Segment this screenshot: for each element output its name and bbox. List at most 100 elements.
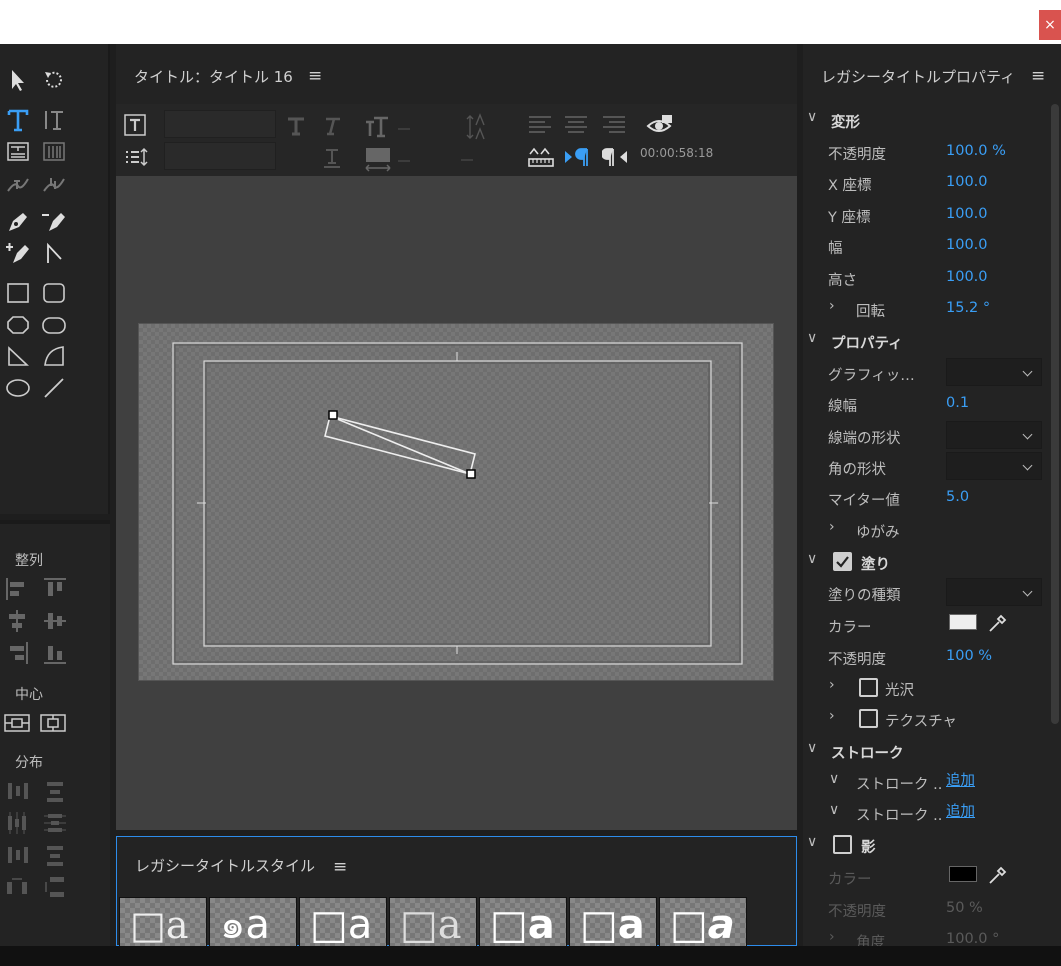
line-tool-icon[interactable] [39, 374, 69, 402]
distribute-vertical-space-icon[interactable] [42, 874, 68, 900]
add-anchor-point-icon[interactable] [3, 240, 33, 268]
font-style-dropdown[interactable] [164, 142, 276, 170]
distribute-top-icon[interactable] [42, 778, 68, 804]
chevron-right-icon[interactable]: › [829, 298, 835, 314]
distribute-bottom-icon[interactable] [42, 842, 68, 868]
ltr-direction-icon[interactable] [564, 146, 590, 168]
vertical-type-tool-icon[interactable] [39, 106, 69, 134]
rtl-direction-icon[interactable] [602, 146, 628, 168]
fill-opacity-value[interactable]: 100 % [946, 648, 992, 664]
inner-stroke-row[interactable]: ∨ ストローク .. 追加 [803, 769, 1051, 795]
roll-crawl-options-icon[interactable] [124, 146, 148, 168]
vertical-area-type-tool-icon[interactable] [39, 138, 69, 166]
align-right-icon[interactable] [4, 640, 30, 666]
distribute-center-v-icon[interactable] [42, 810, 68, 836]
style-swatch[interactable]: □a [299, 897, 387, 947]
italic-icon[interactable] [322, 116, 342, 136]
outer-stroke-row[interactable]: ∨ ストローク .. 追加 [803, 800, 1051, 826]
line-width-value[interactable]: 0.1 [946, 395, 969, 411]
x-position-value[interactable]: 100.0 [946, 174, 988, 190]
texture-checkbox[interactable] [859, 709, 878, 728]
opacity-value[interactable]: 100.0 % [946, 143, 1006, 159]
join-type-dropdown[interactable] [946, 452, 1042, 480]
kerning-icon[interactable] [364, 146, 416, 172]
shadow-color-swatch[interactable] [949, 866, 977, 882]
delete-anchor-point-icon[interactable] [39, 208, 69, 236]
chevron-right-icon[interactable]: › [829, 929, 835, 945]
eyedropper-icon[interactable] [987, 864, 1009, 886]
add-outer-stroke-link[interactable]: 追加 [946, 800, 975, 821]
fill-checkbox[interactable] [833, 552, 852, 571]
chevron-right-icon[interactable]: › [829, 677, 835, 693]
wedge-tool-icon[interactable] [3, 342, 33, 370]
fill-color-swatch[interactable] [949, 614, 977, 630]
chevron-down-icon[interactable]: ∨ [829, 802, 839, 818]
rectangle-tool-icon[interactable] [3, 279, 33, 307]
center-vertical-icon[interactable] [40, 710, 66, 736]
rotation-value[interactable]: 15.2 ° [946, 300, 990, 316]
align-center-text-icon[interactable] [564, 114, 588, 136]
show-background-video-icon[interactable] [646, 114, 674, 136]
cap-type-dropdown[interactable] [946, 421, 1042, 449]
selection-tool-icon[interactable] [3, 66, 33, 94]
center-horizontal-icon[interactable] [4, 710, 30, 736]
path-type-tool-icon[interactable] [3, 170, 33, 198]
vertical-path-type-tool-icon[interactable] [39, 170, 69, 198]
y-position-value[interactable]: 100.0 [946, 206, 988, 222]
clipped-rectangle-tool-icon[interactable] [3, 311, 33, 339]
ellipse-tool-icon[interactable] [3, 374, 33, 402]
stroke-section[interactable]: ∨ ストローク [803, 738, 1051, 764]
styles-panel-menu-icon[interactable]: ≡ [333, 857, 347, 877]
tab-stops-icon[interactable] [528, 146, 554, 168]
title-canvas[interactable] [138, 323, 774, 681]
bold-icon[interactable] [286, 116, 306, 136]
shadow-checkbox[interactable] [833, 835, 852, 854]
properties-scrollbar[interactable] [1051, 104, 1059, 724]
style-swatch[interactable]: □a [119, 897, 207, 947]
fill-section[interactable]: ∨ 塗り [803, 549, 1051, 575]
align-vertical-center-icon[interactable] [42, 608, 68, 634]
pen-tool-icon[interactable] [3, 208, 33, 236]
distribute-center-h-icon[interactable] [4, 810, 30, 836]
font-family-dropdown[interactable] [164, 110, 276, 138]
align-right-text-icon[interactable] [602, 114, 626, 136]
title-panel-menu-icon[interactable]: ≡ [308, 66, 322, 86]
arc-tool-icon[interactable] [39, 342, 69, 370]
properties-section[interactable]: ∨ プロパティ [803, 328, 1051, 354]
height-value[interactable]: 100.0 [946, 269, 988, 285]
rounded-corner-rectangle-tool-icon[interactable] [39, 311, 69, 339]
transform-section[interactable]: ∨ 変形 [803, 107, 1051, 133]
graphic-type-dropdown[interactable] [946, 358, 1042, 386]
align-horizontal-center-icon[interactable] [4, 608, 30, 634]
convert-anchor-point-icon[interactable] [39, 240, 69, 268]
shadow-angle-value[interactable]: 100.0 ° [946, 931, 999, 947]
shadow-opacity-value[interactable]: 50 % [946, 900, 983, 916]
fill-type-dropdown[interactable] [946, 578, 1042, 606]
sheen-checkbox[interactable] [859, 678, 878, 697]
style-swatch[interactable]: □a [569, 897, 657, 947]
area-type-tool-icon[interactable] [3, 138, 33, 166]
background-timecode[interactable]: 00:00:58:18 [640, 146, 713, 160]
title-tab[interactable]: タイトル：タイトル 16 [134, 66, 293, 87]
eyedropper-icon[interactable] [987, 612, 1009, 634]
align-left-icon[interactable] [4, 576, 30, 602]
style-swatch[interactable]: □a [389, 897, 477, 947]
chevron-down-icon[interactable]: ∨ [829, 771, 839, 787]
chevron-right-icon[interactable]: › [829, 519, 835, 535]
distribute-left-icon[interactable] [4, 778, 30, 804]
leading-icon[interactable] [466, 112, 490, 142]
new-title-icon[interactable] [124, 114, 146, 136]
type-tool-icon[interactable] [3, 106, 33, 134]
distribute-right-icon[interactable] [4, 842, 30, 868]
style-swatch[interactable]: □a [659, 897, 747, 947]
styles-tab[interactable]: レガシータイトルスタイル [135, 855, 315, 876]
add-inner-stroke-link[interactable]: 追加 [946, 769, 975, 790]
texture-row[interactable]: › テクスチャ [803, 706, 1051, 732]
properties-tab[interactable]: レガシータイトルプロパティ [821, 66, 1015, 87]
rounded-rectangle-tool-icon[interactable] [39, 279, 69, 307]
align-bottom-icon[interactable] [42, 640, 68, 666]
properties-menu-icon[interactable]: ≡ [1031, 66, 1045, 86]
underline-icon[interactable] [322, 148, 342, 168]
distort-row[interactable]: › ゆがみ [803, 517, 1051, 543]
style-swatch[interactable]: ๑a [209, 897, 297, 947]
